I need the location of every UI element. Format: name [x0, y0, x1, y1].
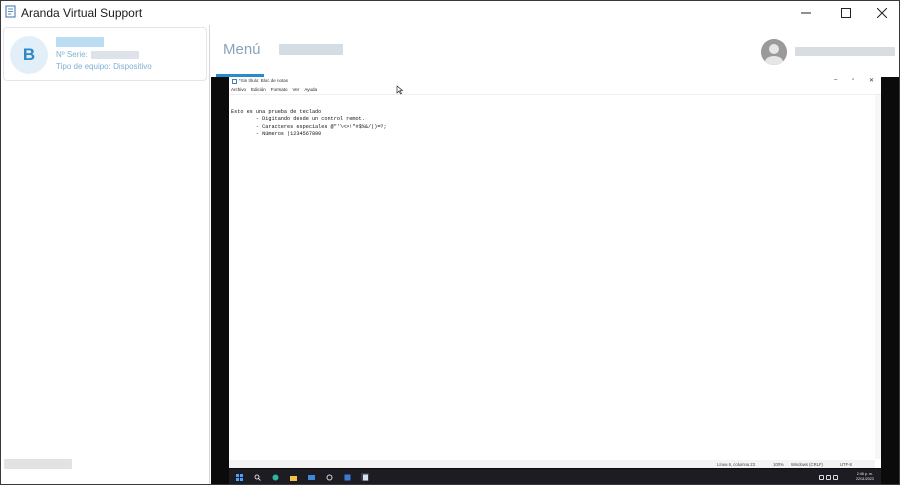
- header-info-redacted: [279, 44, 343, 55]
- notepad-maximize-icon[interactable]: ▫: [852, 77, 854, 83]
- status-line-ending: Windows (CRLF): [791, 462, 823, 467]
- notepad-scrollbar[interactable]: [875, 95, 881, 459]
- notepad-text-area[interactable]: Esto es una prueba de teclado - Digitand…: [231, 109, 387, 139]
- tab-menu[interactable]: Menú: [223, 41, 261, 58]
- sidebar-footer-redacted: [4, 459, 72, 469]
- windows-taskbar: 2:46 p. m. 22/11/2023: [229, 469, 881, 484]
- mouse-cursor-icon: [396, 85, 404, 95]
- mail-icon[interactable]: [307, 473, 315, 481]
- text-line: Esto es una prueba de teclado: [231, 109, 322, 115]
- device-avatar: B: [10, 36, 48, 74]
- tray-network-icon[interactable]: [819, 474, 824, 480]
- tray-volume-icon[interactable]: [826, 474, 831, 480]
- user-icon: [761, 39, 787, 65]
- notepad-menu-bar: Archivo Edición Formato Ver Ayuda: [231, 87, 317, 92]
- maximize-icon: [841, 8, 851, 18]
- status-zoom: 100%: [773, 462, 784, 467]
- notepad-taskbar-icon[interactable]: [361, 473, 369, 481]
- system-tray[interactable]: [819, 473, 849, 481]
- user-name-redacted: [795, 47, 895, 56]
- file-explorer-icon[interactable]: [289, 473, 297, 481]
- serial-value-redacted: [90, 50, 139, 59]
- menu-edicion[interactable]: Edición: [251, 87, 266, 92]
- notepad-title-bar: *Sin título: Bloc de notas – ▫ ✕: [229, 77, 881, 86]
- menu-ayuda[interactable]: Ayuda: [304, 87, 317, 92]
- text-line: - Digitando desde un control remot.: [231, 116, 365, 123]
- minimize-button[interactable]: [789, 1, 823, 25]
- minimize-icon: [801, 12, 811, 14]
- settings-icon[interactable]: [325, 473, 333, 481]
- remote-desktop-view[interactable]: *Sin título: Bloc de notas – ▫ ✕ Archivo…: [211, 77, 899, 484]
- snipping-tool-icon[interactable]: [343, 473, 351, 481]
- notepad-app-icon: [232, 79, 237, 84]
- app-logo-icon: [5, 5, 16, 18]
- edge-icon[interactable]: [271, 473, 279, 481]
- menu-ver[interactable]: Ver: [293, 87, 300, 92]
- close-button[interactable]: [865, 1, 899, 25]
- clock-time: 2:46 p. m.: [856, 472, 873, 476]
- app-window: Aranda Virtual Support B Nº Serie: Tipo …: [0, 0, 900, 485]
- status-cursor-position: Línea 6, columna 23: [717, 462, 755, 467]
- search-icon[interactable]: [253, 473, 261, 481]
- clock-date: 22/11/2023: [856, 476, 874, 481]
- device-card[interactable]: B Nº Serie: Tipo de equipo: Dispositivo: [3, 27, 207, 81]
- notepad-title: *Sin título: Bloc de notas: [239, 78, 289, 83]
- serial-label: Nº Serie:: [56, 50, 88, 59]
- menu-formato[interactable]: Formato: [271, 87, 288, 92]
- notepad-close-icon[interactable]: ✕: [869, 77, 874, 84]
- taskbar-clock[interactable]: 2:46 p. m. 22/11/2023: [856, 472, 874, 481]
- notepad-minimize-icon[interactable]: –: [834, 77, 837, 83]
- maximize-button[interactable]: [829, 1, 863, 25]
- device-type-label: Tipo de equipo: Dispositivo: [56, 62, 152, 71]
- top-header: Menú: [211, 25, 899, 77]
- device-sidebar: B Nº Serie: Tipo de equipo: Dispositivo: [1, 25, 210, 484]
- user-avatar[interactable]: [761, 39, 787, 65]
- menu-archivo[interactable]: Archivo: [231, 87, 246, 92]
- tray-battery-icon[interactable]: [833, 474, 838, 480]
- serial-row: Nº Serie:: [56, 50, 139, 59]
- notepad-window[interactable]: *Sin título: Bloc de notas – ▫ ✕ Archivo…: [229, 77, 881, 468]
- device-name-redacted: [56, 37, 104, 47]
- notepad-status-bar: Línea 6, columna 23 100% Windows (CRLF) …: [229, 460, 875, 468]
- text-line: - Números |1234567890: [231, 131, 322, 138]
- windows-start-icon[interactable]: [235, 473, 243, 481]
- text-line: - Caracteres especiales @"'\<>!"#$%&/()=…: [231, 123, 387, 130]
- title-bar: Aranda Virtual Support: [1, 1, 899, 25]
- close-icon: [877, 8, 887, 18]
- status-encoding: UTF-8: [840, 462, 852, 467]
- notepad-menu-divider: [229, 94, 881, 95]
- window-title: Aranda Virtual Support: [21, 6, 143, 20]
